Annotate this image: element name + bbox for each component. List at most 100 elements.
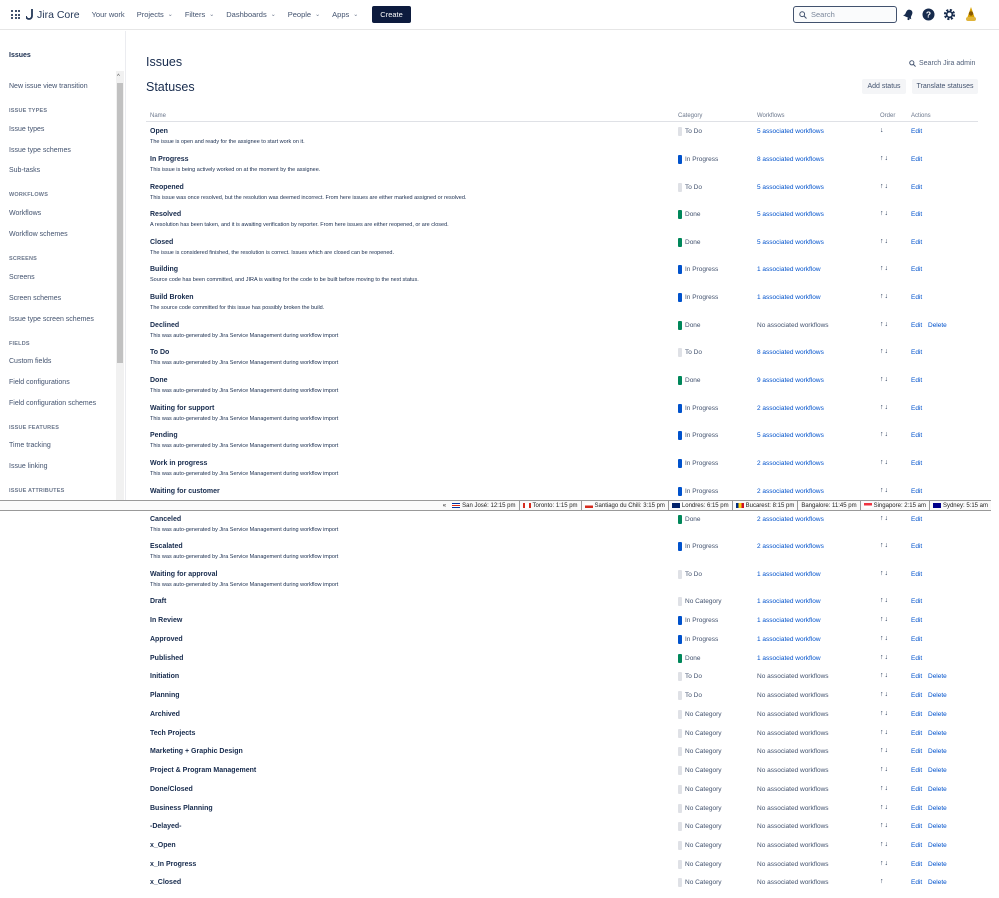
edit-link[interactable]: Edit <box>911 266 922 273</box>
edit-link[interactable]: Edit <box>911 128 922 135</box>
scroll-up-arrow-icon[interactable]: ^ <box>117 74 120 80</box>
order-arrows-icon[interactable]: ↑↓ <box>880 766 889 773</box>
search-input[interactable]: Search <box>793 6 897 23</box>
nav-projects[interactable]: Projects ⌄ <box>137 10 173 19</box>
associated-workflows-link[interactable]: 2 associated workflows <box>757 488 824 495</box>
sidebar-scrollbar-thumb[interactable] <box>117 83 123 363</box>
nav-your-work[interactable]: Your work <box>92 10 125 19</box>
order-arrows-icon[interactable]: ↑↓ <box>880 293 889 300</box>
order-arrows-icon[interactable]: ↑↓ <box>880 348 889 355</box>
edit-link[interactable]: Edit <box>911 516 922 523</box>
add-status-button[interactable]: Add status <box>862 79 906 94</box>
sidebar-item-field-configuration-schemes[interactable]: Field configuration schemes <box>9 400 96 407</box>
order-arrows-icon[interactable]: ↑↓ <box>880 710 889 717</box>
associated-workflows-link[interactable]: 8 associated workflows <box>757 349 824 356</box>
order-arrows-icon[interactable]: ↑↓ <box>880 785 889 792</box>
edit-link[interactable]: Edit <box>911 861 922 868</box>
edit-link[interactable]: Edit <box>911 156 922 163</box>
order-arrows-icon[interactable]: ↑↓ <box>880 155 889 162</box>
order-arrows-icon[interactable]: ↑↓ <box>880 321 889 328</box>
associated-workflows-link[interactable]: 2 associated workflows <box>757 405 824 412</box>
edit-link[interactable]: Edit <box>911 543 922 550</box>
nav-filters[interactable]: Filters ⌄ <box>185 10 214 19</box>
sidebar-item-new-issue-view-transition[interactable]: New issue view transition <box>9 83 88 90</box>
order-arrows-icon[interactable]: ↑↓ <box>880 404 889 411</box>
sidebar-item-issue-linking[interactable]: Issue linking <box>9 463 48 470</box>
associated-workflows-link[interactable]: 1 associated workflow <box>757 617 821 624</box>
translate-statuses-button[interactable]: Translate statuses <box>912 79 978 94</box>
order-arrows-icon[interactable]: ↑↓ <box>880 747 889 754</box>
nav-people[interactable]: People ⌄ <box>288 10 320 19</box>
associated-workflows-link[interactable]: 1 associated workflow <box>757 266 821 273</box>
associated-workflows-link[interactable]: 5 associated workflows <box>757 432 824 439</box>
notifications-icon[interactable] <box>902 8 915 21</box>
edit-link[interactable]: Edit <box>911 239 922 246</box>
edit-link[interactable]: Edit <box>911 823 922 830</box>
order-arrows-icon[interactable]: ↑↓ <box>880 238 889 245</box>
edit-link[interactable]: Edit <box>911 767 922 774</box>
delete-link[interactable]: Delete <box>928 879 947 886</box>
delete-link[interactable]: Delete <box>928 322 947 329</box>
associated-workflows-link[interactable]: 2 associated workflows <box>757 543 824 550</box>
edit-link[interactable]: Edit <box>911 571 922 578</box>
edit-link[interactable]: Edit <box>911 692 922 699</box>
nav-apps[interactable]: Apps ⌄ <box>332 10 358 19</box>
edit-link[interactable]: Edit <box>911 377 922 384</box>
order-arrows-icon[interactable]: ↑↓ <box>880 515 889 522</box>
edit-link[interactable]: Edit <box>911 805 922 812</box>
order-arrows-icon[interactable]: ↑↓ <box>880 841 889 848</box>
user-avatar[interactable] <box>964 6 978 22</box>
edit-link[interactable]: Edit <box>911 598 922 605</box>
sidebar-item-workflows[interactable]: Workflows <box>9 210 41 217</box>
app-switcher-icon[interactable] <box>11 10 20 19</box>
sidebar-item-issue-type-screen-schemes[interactable]: Issue type screen schemes <box>9 316 94 323</box>
order-arrows-icon[interactable]: ↑↓ <box>880 570 889 577</box>
associated-workflows-link[interactable]: 8 associated workflows <box>757 156 824 163</box>
order-arrows-icon[interactable]: ↑↓ <box>880 635 889 642</box>
delete-link[interactable]: Delete <box>928 805 947 812</box>
order-arrows-icon[interactable]: ↑↓ <box>880 542 889 549</box>
order-arrows-icon[interactable]: ↑↓ <box>880 265 889 272</box>
edit-link[interactable]: Edit <box>911 432 922 439</box>
help-icon[interactable]: ? <box>922 8 935 21</box>
sidebar-item-field-configurations[interactable]: Field configurations <box>9 379 70 386</box>
delete-link[interactable]: Delete <box>928 767 947 774</box>
edit-link[interactable]: Edit <box>911 184 922 191</box>
order-arrows-icon[interactable]: ↑↓ <box>880 691 889 698</box>
sidebar-item-issue-type-schemes[interactable]: Issue type schemes <box>9 147 71 154</box>
edit-link[interactable]: Edit <box>911 655 922 662</box>
edit-link[interactable]: Edit <box>911 322 922 329</box>
create-button[interactable]: Create <box>372 6 411 23</box>
edit-link[interactable]: Edit <box>911 294 922 301</box>
sidebar-item-custom-fields[interactable]: Custom fields <box>9 358 51 365</box>
search-jira-admin-link[interactable]: Search Jira admin <box>909 60 975 67</box>
edit-link[interactable]: Edit <box>911 879 922 886</box>
order-arrows-icon[interactable]: ↑↓ <box>880 210 889 217</box>
associated-workflows-link[interactable]: 1 associated workflow <box>757 598 821 605</box>
edit-link[interactable]: Edit <box>911 711 922 718</box>
edit-link[interactable]: Edit <box>911 673 922 680</box>
sidebar-item-time-tracking[interactable]: Time tracking <box>9 442 51 449</box>
associated-workflows-link[interactable]: 1 associated workflow <box>757 636 821 643</box>
order-arrows-icon[interactable]: ↑↓ <box>880 597 889 604</box>
associated-workflows-link[interactable]: 1 associated workflow <box>757 571 821 578</box>
delete-link[interactable]: Delete <box>928 692 947 699</box>
order-arrows-icon[interactable]: ↑↓ <box>880 459 889 466</box>
delete-link[interactable]: Delete <box>928 730 947 737</box>
edit-link[interactable]: Edit <box>911 349 922 356</box>
edit-link[interactable]: Edit <box>911 460 922 467</box>
order-arrows-icon[interactable]: ↑↓ <box>880 431 889 438</box>
delete-link[interactable]: Delete <box>928 711 947 718</box>
delete-link[interactable]: Delete <box>928 861 947 868</box>
timezone-collapse-icon[interactable]: « <box>440 503 449 509</box>
sidebar-item-screen-schemes[interactable]: Screen schemes <box>9 295 61 302</box>
order-arrows-icon[interactable]: ↑↓ <box>880 804 889 811</box>
delete-link[interactable]: Delete <box>928 823 947 830</box>
order-arrows-icon[interactable]: ↑ <box>880 878 885 885</box>
edit-link[interactable]: Edit <box>911 748 922 755</box>
delete-link[interactable]: Delete <box>928 673 947 680</box>
associated-workflows-link[interactable]: 5 associated workflows <box>757 128 824 135</box>
order-arrows-icon[interactable]: ↑↓ <box>880 860 889 867</box>
edit-link[interactable]: Edit <box>911 786 922 793</box>
delete-link[interactable]: Delete <box>928 786 947 793</box>
